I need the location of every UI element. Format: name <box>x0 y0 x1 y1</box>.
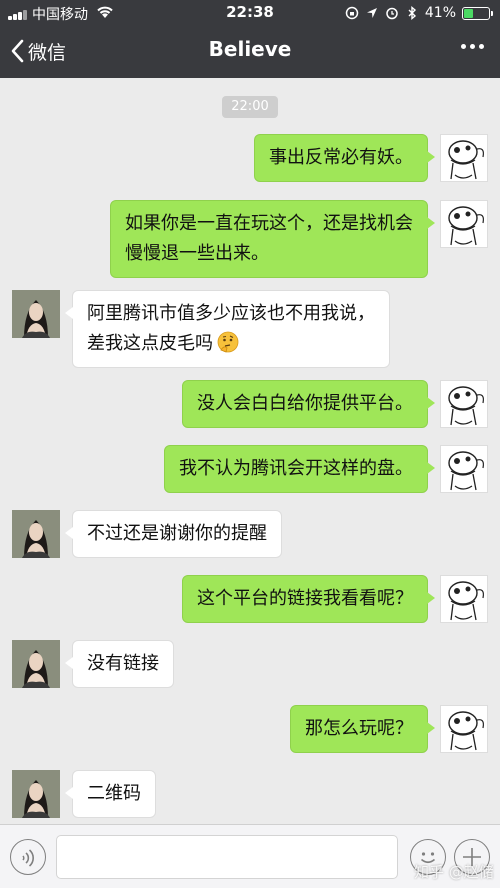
message-text: 那怎么玩呢？ <box>305 718 413 739</box>
message-bubble[interactable]: 我不认为腾讯会开这样的盘。 <box>164 445 435 493</box>
message-text: 我不认为腾讯会开这样的盘。 <box>179 458 413 479</box>
message-text: 没有链接 <box>87 653 159 674</box>
message-text: 没人会白白给你提供平台。 <box>197 393 413 414</box>
battery-icon <box>462 6 493 20</box>
message-bubble[interactable]: 没有链接 <box>65 640 174 688</box>
time-divider: 22:00 <box>222 96 278 118</box>
alarm-icon <box>386 7 398 20</box>
top-bar: 中国移动 22:38 41% 微信 Believe <box>0 0 500 78</box>
my-avatar[interactable] <box>440 200 488 248</box>
my-avatar[interactable] <box>440 380 488 428</box>
message-text: 不过还是谢谢你的提醒 <box>87 523 267 544</box>
watermark: 知乎 @赵储 <box>414 863 494 881</box>
message-bubble[interactable]: 如果你是一直在玩这个，还是找机会 慢慢退一些出来。 <box>110 200 435 278</box>
message-bubble[interactable]: 二维码 <box>65 770 156 818</box>
chat-title: Believe <box>208 37 292 61</box>
my-avatar[interactable] <box>440 445 488 493</box>
message-text: 慢慢退一些出来。 <box>125 243 269 264</box>
voice-icon <box>22 849 34 867</box>
message-bubble[interactable]: 不过还是谢谢你的提醒 <box>65 510 282 558</box>
my-avatar[interactable] <box>440 705 488 753</box>
my-avatar[interactable] <box>440 134 488 182</box>
contact-avatar[interactable] <box>12 640 60 688</box>
orientation-lock-icon <box>345 6 359 20</box>
voice-button[interactable] <box>10 839 46 875</box>
more-button[interactable] <box>461 44 484 49</box>
message-bubble[interactable]: 事出反常必有妖。 <box>254 134 435 182</box>
message-bubble[interactable]: 阿里腾讯市值多少应该也不用我说， 差我这点皮毛吗 <box>65 290 390 368</box>
message-text: 阿里腾讯市值多少应该也不用我说， <box>87 303 375 324</box>
message-text: 差我这点皮毛吗 <box>87 329 375 359</box>
my-avatar[interactable] <box>440 575 488 623</box>
contact-avatar[interactable] <box>12 770 60 818</box>
status-bar: 中国移动 22:38 41% <box>0 0 500 26</box>
nav-bar: 微信 Believe <box>0 26 500 78</box>
location-icon <box>366 8 377 18</box>
input-bar: 知乎 @赵储 <box>0 824 500 888</box>
chat-area[interactable]: 22:00 事出反常必有妖。如果你是一直在玩这个，还是找机会 慢慢退一些出来。阿里… <box>0 78 500 824</box>
status-indicators: 41% <box>345 4 493 22</box>
message-text: 如果你是一直在玩这个，还是找机会 <box>125 213 413 234</box>
contact-avatar[interactable] <box>12 290 60 338</box>
message-input[interactable] <box>56 835 398 879</box>
thinking-face-icon <box>217 331 239 353</box>
message-text: 这个平台的链接我看看呢？ <box>197 588 413 609</box>
message-bubble[interactable]: 这个平台的链接我看看呢？ <box>182 575 435 623</box>
message-bubble[interactable]: 没人会白白给你提供平台。 <box>182 380 435 428</box>
message-text: 二维码 <box>87 783 141 804</box>
bluetooth-icon <box>408 6 416 20</box>
message-text: 事出反常必有妖。 <box>269 147 413 168</box>
contact-avatar[interactable] <box>12 510 60 558</box>
message-bubble[interactable]: 那怎么玩呢？ <box>290 705 435 753</box>
battery-percent: 41% <box>424 5 456 21</box>
